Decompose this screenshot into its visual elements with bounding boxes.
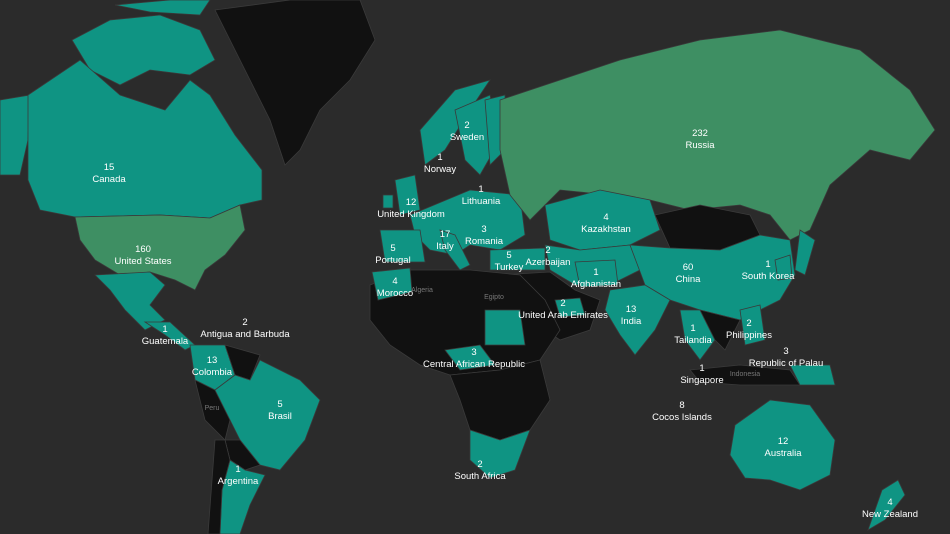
country-label-uae: United Arab Emirates xyxy=(518,310,608,321)
country-label-argentina: Argentina xyxy=(218,476,259,487)
country-label-car: Central African Republic xyxy=(423,359,525,370)
country-label-azerbaijan: Azerbaijan xyxy=(526,257,571,268)
country-label-brasil: Brasil xyxy=(268,411,292,422)
country-label-cocos: Cocos Islands xyxy=(652,412,712,423)
country-label-thailand: Tailandia xyxy=(674,335,712,346)
count-label-afghanistan: 1 xyxy=(593,267,598,278)
country-label-kazakhstan: Kazakhstan xyxy=(581,224,631,235)
country-label-italy: Italy xyxy=(436,241,454,252)
count-label-uae: 2 xyxy=(560,298,565,309)
count-label-italy: 17 xyxy=(440,229,451,240)
labels-layer: 232Russia160United States60China15Canada… xyxy=(92,120,918,520)
base-label-algeria: Algeria xyxy=(411,287,433,294)
count-label-kazakhstan: 4 xyxy=(603,212,608,223)
count-label-china: 60 xyxy=(683,262,694,273)
country-label-lithuania: Lithuania xyxy=(462,196,501,207)
count-label-romania: 3 xyxy=(481,224,486,235)
count-label-russia: 232 xyxy=(692,128,708,139)
count-label-india: 13 xyxy=(626,304,637,315)
count-label-brasil: 5 xyxy=(277,399,282,410)
country-label-uk: United Kingdom xyxy=(377,209,445,220)
base-label-egypt: Egipto xyxy=(484,294,504,301)
count-label-philippines: 2 xyxy=(746,318,751,329)
country-label-southkorea: South Korea xyxy=(742,271,796,282)
country-label-russia: Russia xyxy=(685,140,715,151)
count-label-lithuania: 1 xyxy=(478,184,483,195)
count-label-usa: 160 xyxy=(135,244,151,255)
count-label-car: 3 xyxy=(471,347,476,358)
count-label-colombia: 13 xyxy=(207,355,218,366)
count-label-sweden: 2 xyxy=(464,120,469,131)
country-label-afghanistan: Afghanistan xyxy=(571,279,621,290)
country-label-canada: Canada xyxy=(92,174,126,185)
country-label-india: India xyxy=(621,316,642,327)
count-label-guatemala: 1 xyxy=(162,324,167,335)
count-label-palau: 3 xyxy=(783,346,788,357)
country-label-southafrica: South Africa xyxy=(454,471,506,482)
count-label-uk: 12 xyxy=(406,197,417,208)
count-label-singapore: 1 xyxy=(699,363,704,374)
country-label-sweden: Sweden xyxy=(450,132,484,143)
country-label-turkey: Turkey xyxy=(495,262,524,273)
country-label-singapore: Singapore xyxy=(680,375,723,386)
country-label-guatemala: Guatemala xyxy=(142,336,189,347)
count-label-morocco: 4 xyxy=(392,276,397,287)
country-label-usa: United States xyxy=(114,256,171,267)
count-label-southkorea: 1 xyxy=(765,259,770,270)
count-label-norway: 1 xyxy=(437,152,442,163)
country-label-china: China xyxy=(676,274,702,285)
country-label-norway: Norway xyxy=(424,164,456,175)
count-label-antigua: 2 xyxy=(242,317,247,328)
country-label-antigua: Antigua and Barbuda xyxy=(200,329,290,340)
count-label-portugal: 5 xyxy=(390,243,395,254)
count-label-azerbaijan: 2 xyxy=(545,245,550,256)
country-label-newzealand: New Zealand xyxy=(862,509,918,520)
count-label-thailand: 1 xyxy=(690,323,695,334)
country-label-palau: Republic of Palau xyxy=(749,358,823,369)
count-label-newzealand: 4 xyxy=(887,497,892,508)
base-label-peru: Peru xyxy=(205,405,220,412)
country-label-romania: Romania xyxy=(465,236,504,247)
country-label-morocco: Morocco xyxy=(377,288,413,299)
count-label-argentina: 1 xyxy=(235,464,240,475)
base-label-indonesia: Indonesia xyxy=(730,371,760,378)
count-label-australia: 12 xyxy=(778,436,789,447)
country-label-portugal: Portugal xyxy=(375,255,410,266)
country-label-philippines: Philippines xyxy=(726,330,772,341)
count-label-canada: 15 xyxy=(104,162,115,173)
count-label-cocos: 8 xyxy=(679,400,684,411)
count-label-turkey: 5 xyxy=(506,250,511,261)
country-label-colombia: Colombia xyxy=(192,367,233,378)
count-label-southafrica: 2 xyxy=(477,459,482,470)
country-label-australia: Australia xyxy=(765,448,803,459)
